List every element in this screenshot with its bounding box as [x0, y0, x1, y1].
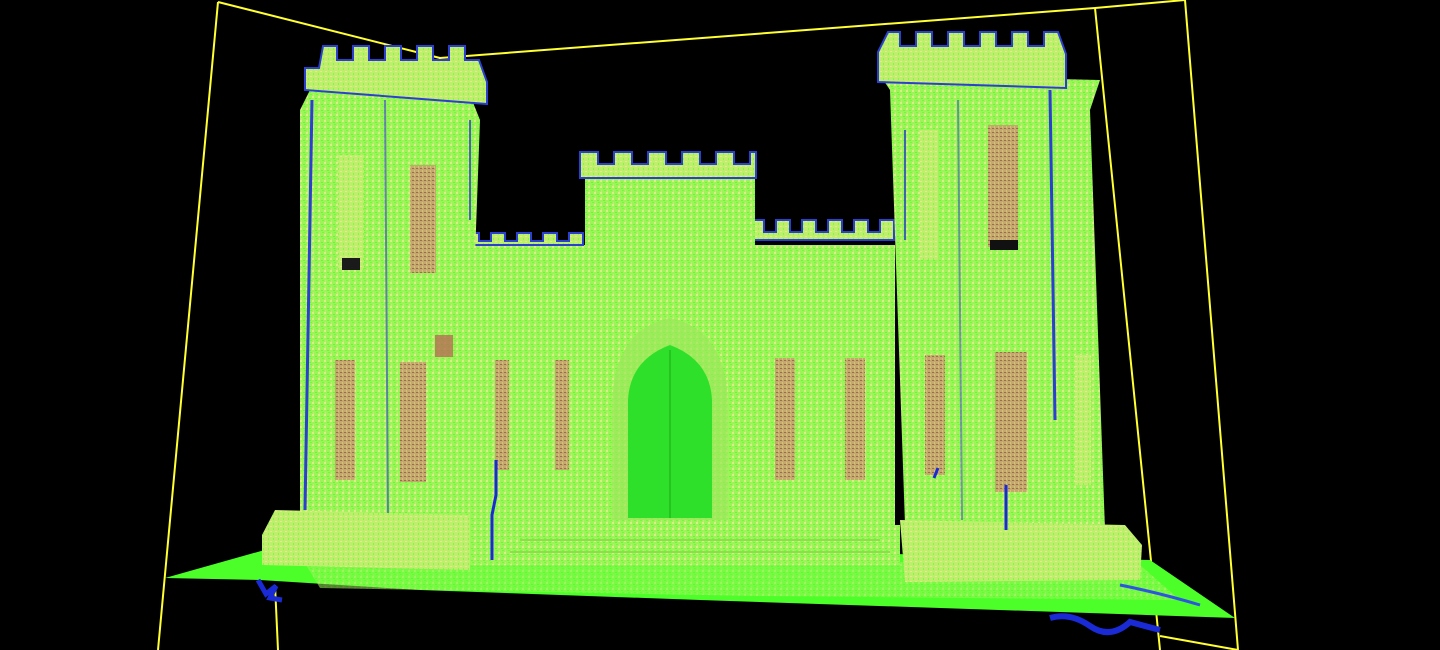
right-tower	[877, 31, 1105, 530]
left-tower	[300, 45, 488, 530]
gate-tower	[579, 151, 757, 532]
bounding-box-front	[1159, 635, 1239, 650]
point-cloud-viewport[interactable]	[0, 0, 1440, 650]
point-cloud-canvas[interactable]	[0, 0, 1440, 650]
